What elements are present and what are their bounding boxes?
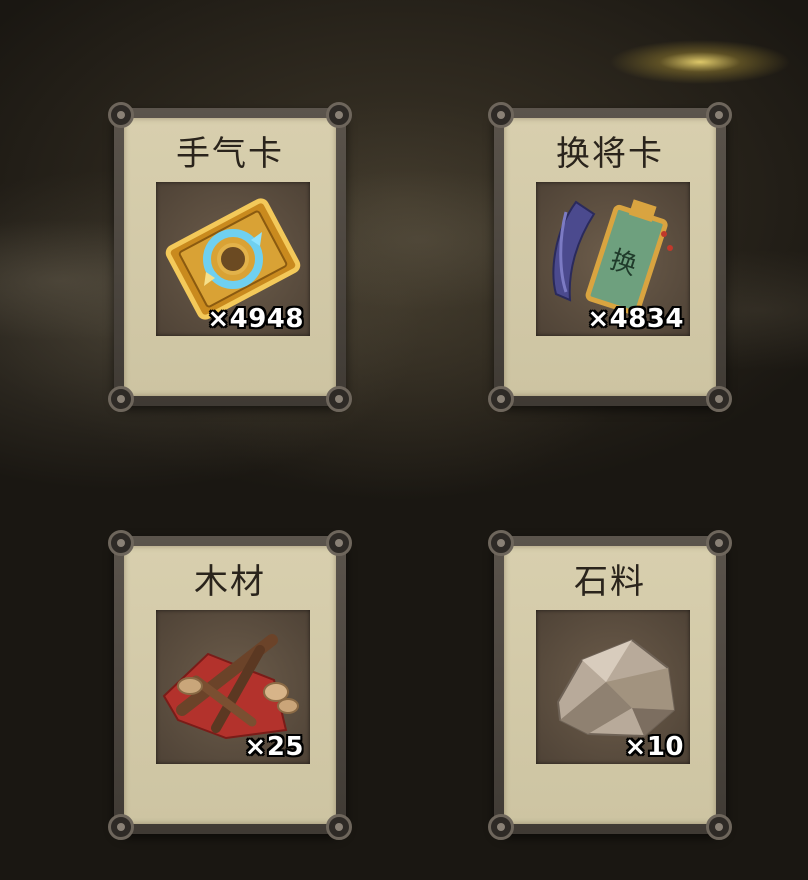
item-name: 手气卡 — [176, 134, 284, 174]
item-slot[interactable]: ×25 — [156, 610, 310, 764]
item-card-swap-general[interactable]: 换将卡 换 ×4834 — [488, 102, 732, 412]
frame-corner — [108, 530, 134, 556]
frame-corner — [326, 386, 352, 412]
frame-corner — [488, 814, 514, 840]
frame-corner — [488, 530, 514, 556]
frame-corner — [108, 814, 134, 840]
item-count: ×10 — [624, 732, 684, 762]
item-card-stone[interactable]: 石料 ×10 — [488, 530, 732, 840]
frame-corner — [108, 102, 134, 128]
frame-corner — [488, 102, 514, 128]
item-slot[interactable]: ×4948 — [156, 182, 310, 336]
frame-corner — [706, 386, 732, 412]
frame-corner — [326, 102, 352, 128]
frame-corner — [706, 530, 732, 556]
item-name: 换将卡 — [556, 134, 664, 174]
frame-corner — [488, 386, 514, 412]
frame-corner — [326, 530, 352, 556]
item-count: ×4948 — [207, 304, 304, 334]
frame-corner — [108, 386, 134, 412]
frame-corner — [326, 814, 352, 840]
item-card-wood[interactable]: 木材 ×25 — [108, 530, 352, 840]
item-slot[interactable]: ×10 — [536, 610, 690, 764]
frame-corner — [706, 102, 732, 128]
item-slot[interactable]: 换 ×4834 — [536, 182, 690, 336]
item-name: 石料 — [574, 562, 646, 602]
item-count: ×4834 — [587, 304, 684, 334]
item-name: 木材 — [194, 562, 266, 602]
item-card-luck-card[interactable]: 手气卡 ×4948 — [108, 102, 352, 412]
item-count: ×25 — [244, 732, 304, 762]
frame-corner — [706, 814, 732, 840]
